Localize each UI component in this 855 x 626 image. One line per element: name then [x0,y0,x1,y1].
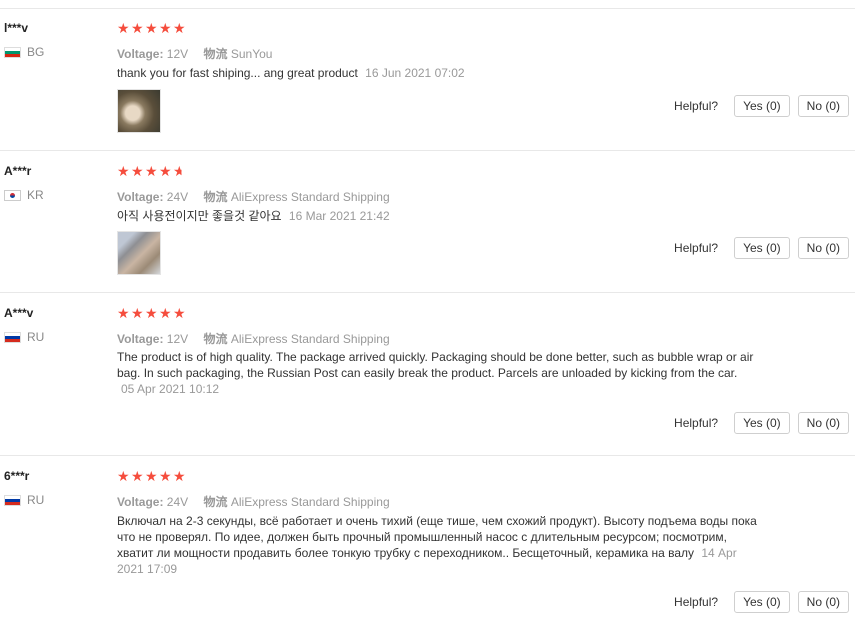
review-meta: Voltage: 12V 物流 AliExpress Standard Ship… [117,330,390,347]
star-icon: ★ [159,469,172,485]
shipping-value: AliExpress Standard Shipping [230,495,390,509]
helpful-yes-button[interactable]: Yes (0) [734,95,790,117]
review-item: 6***r RU ★ ★ ★ ★ ★ Voltage: 24V 物流 AliExpres… [0,469,855,619]
helpful-label: Helpful? [674,99,719,113]
star-icon: ★ [117,469,130,485]
star-icon: ★ [117,306,130,322]
flag-ru-icon [4,494,21,506]
voltage-label: Voltage: [117,190,164,204]
star-half-icon: ★ [173,164,186,180]
reviewer-country: RU [4,330,44,344]
voltage-label: Voltage: [117,495,164,509]
star-rating: ★ ★ ★ ★ ★ [117,165,187,179]
helpful-yes-button[interactable]: Yes (0) [734,412,790,434]
review-meta: Voltage: 24V 物流 AliExpress Standard Ship… [117,493,390,510]
review-body: 아직 사용전이지만 좋을것 같아요 [117,209,282,223]
voltage-label: Voltage: [117,47,164,61]
shipping-label: 物流 [203,332,228,346]
review-date: 16 Jun 2021 07:02 [365,66,465,80]
star-rating: ★ ★ ★ ★ ★ [117,307,187,321]
star-icon: ★ [173,21,186,37]
star-icon: ★ [131,21,144,37]
reviewer-country: KR [4,188,44,202]
helpful-no-button[interactable]: No (0) [797,95,849,117]
reviewer-name: A***v [4,306,34,320]
helpful-no-button[interactable]: No (0) [797,237,849,259]
helpful-controls: Helpful? Yes (0) No (0) [674,412,849,434]
star-rating: ★ ★ ★ ★ ★ [117,22,187,36]
star-icon: ★ [145,306,158,322]
helpful-label: Helpful? [674,241,719,255]
country-code: RU [27,493,45,507]
country-code: KR [27,188,44,202]
flag-ru-icon [4,331,21,343]
flag-bg-icon [4,46,21,58]
star-icon: ★ [117,21,130,37]
reviewer-name: l***v [4,21,29,35]
review-divider [0,150,855,151]
helpful-no-button[interactable]: No (0) [797,591,849,613]
review-body: thank you for fast shiping... ang great … [117,66,358,80]
reviewer-name: 6***r [4,469,30,483]
review-date: 05 Apr 2021 10:12 [121,382,220,396]
reviewer-country: BG [4,45,44,59]
review-text: thank you for fast shiping... ang great … [117,65,767,81]
review-text: Включал на 2-3 секунды, всё работает и о… [117,513,757,577]
review-date: 16 Mar 2021 21:42 [288,209,390,223]
star-icon: ★ [131,306,144,322]
reviewer-name: A***r [4,164,32,178]
top-divider [0,0,855,9]
helpful-controls: Helpful? Yes (0) No (0) [674,237,849,259]
review-photo-thumbnail[interactable] [117,231,161,275]
helpful-label: Helpful? [674,595,719,609]
country-code: RU [27,330,45,344]
review-text: The product is of high quality. The pack… [117,349,767,397]
shipping-label: 物流 [203,495,228,509]
review-item: A***r KR ★ ★ ★ ★ ★ Voltage: 24V 物流 AliExpres… [0,164,855,284]
shipping-value: SunYou [230,47,273,61]
review-meta: Voltage: 24V 物流 AliExpress Standard Ship… [117,188,390,205]
review-body: Включал на 2-3 секунды, всё работает и о… [117,514,757,560]
shipping-value: AliExpress Standard Shipping [230,190,390,204]
helpful-no-button[interactable]: No (0) [797,412,849,434]
star-icon: ★ [117,164,130,180]
review-item: A***v RU ★ ★ ★ ★ ★ Voltage: 12V 物流 AliExpres… [0,306,855,446]
review-text: 아직 사용전이지만 좋을것 같아요 16 Mar 2021 21:42 [117,208,767,224]
helpful-yes-button[interactable]: Yes (0) [734,237,790,259]
star-icon: ★ [131,469,144,485]
star-icon: ★ [131,164,144,180]
reviewer-country: RU [4,493,44,507]
voltage-label: Voltage: [117,332,164,346]
review-body: The product is of high quality. The pack… [117,350,754,380]
star-rating: ★ ★ ★ ★ ★ [117,470,187,484]
voltage-value: 24V [166,190,189,204]
review-divider [0,455,855,456]
voltage-value: 12V [166,47,189,61]
review-divider [0,292,855,293]
star-icon: ★ [145,469,158,485]
helpful-label: Helpful? [674,416,719,430]
shipping-label: 物流 [203,190,228,204]
country-code: BG [27,45,45,59]
star-icon: ★ [159,164,172,180]
shipping-label: 物流 [203,47,228,61]
voltage-value: 24V [166,495,189,509]
review-meta: Voltage: 12V 物流 SunYou [117,45,272,62]
star-icon: ★ [173,469,186,485]
helpful-controls: Helpful? Yes (0) No (0) [674,95,849,117]
star-icon: ★ [145,21,158,37]
flag-kr-icon [4,189,21,201]
star-icon: ★ [159,21,172,37]
review-item: l***v BG ★ ★ ★ ★ ★ Voltage: 12V 物流 SunYou th… [0,21,855,141]
star-icon: ★ [173,306,186,322]
star-icon: ★ [145,164,158,180]
review-photo-thumbnail[interactable] [117,89,161,133]
helpful-controls: Helpful? Yes (0) No (0) [674,591,849,613]
voltage-value: 12V [166,332,189,346]
shipping-value: AliExpress Standard Shipping [230,332,390,346]
star-icon: ★ [159,306,172,322]
helpful-yes-button[interactable]: Yes (0) [734,591,790,613]
